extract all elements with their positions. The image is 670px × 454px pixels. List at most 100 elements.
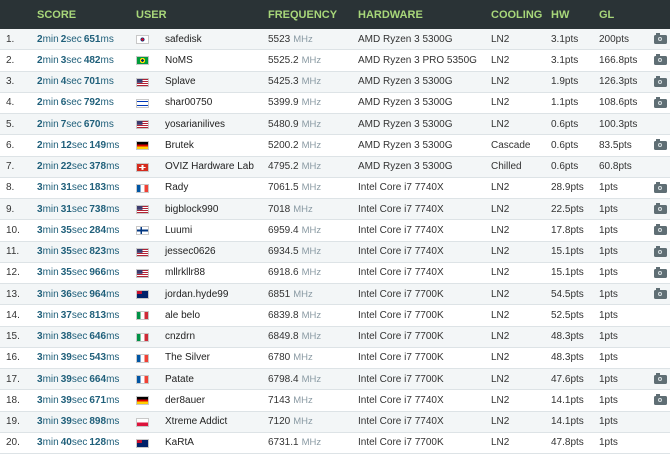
user-link[interactable]: mllrkllr88	[165, 263, 205, 283]
camera-icon[interactable]	[654, 203, 667, 214]
score-link[interactable]: 2 min 12 sec 149 ms	[37, 135, 119, 155]
hardware-link[interactable]: Intel Core i7 7700K	[358, 305, 444, 325]
user-link[interactable]: The Silver	[165, 348, 210, 368]
score-link[interactable]: 3 min 39 sec 543 ms	[37, 348, 119, 368]
hardware-link[interactable]: Intel Core i7 7700K	[358, 348, 444, 368]
score-link[interactable]: 3 min 31 sec 183 ms	[37, 178, 119, 198]
frequency-value: 6798.4	[268, 373, 299, 385]
user-link[interactable]: shar00750	[165, 93, 212, 113]
camera-icon[interactable]	[654, 266, 667, 278]
user-link[interactable]: yosarianilives	[165, 114, 225, 134]
score-link[interactable]: 2 min 6 sec 792 ms	[37, 93, 114, 113]
score-link[interactable]: 3 min 40 sec 128 ms	[37, 433, 119, 453]
country-flag-icon	[136, 396, 149, 406]
user-link[interactable]: KaRtA	[165, 433, 194, 453]
camera-icon[interactable]	[654, 181, 667, 193]
score-link[interactable]: 3 min 35 sec 284 ms	[37, 220, 119, 240]
header-gl[interactable]: GL	[599, 9, 614, 21]
score-link[interactable]: 2 min 3 sec 482 ms	[37, 50, 114, 70]
header-frequency[interactable]: FREQUENCY	[268, 9, 337, 21]
camera-icon[interactable]	[654, 288, 667, 299]
unit-mhz: MHz	[301, 161, 322, 173]
global-points: 166.8pts	[599, 54, 638, 66]
camera-icon[interactable]	[654, 139, 667, 151]
user-link[interactable]: der8auer	[165, 390, 205, 410]
header-score[interactable]: SCORE	[37, 9, 76, 21]
camera-icon[interactable]	[654, 394, 667, 406]
hardware-link[interactable]: AMD Ryzen 3 5300G	[358, 93, 453, 113]
hardware-link[interactable]: AMD Ryzen 3 5300G	[358, 157, 453, 177]
cooling: LN2	[491, 76, 510, 88]
camera-icon[interactable]	[654, 96, 667, 108]
hardware-link[interactable]: Intel Core i7 7700K	[358, 284, 444, 304]
header-hw[interactable]: HW	[551, 9, 569, 21]
hw-points: 52.5pts	[551, 309, 584, 321]
hardware-link[interactable]: AMD Ryzen 3 5300G	[358, 72, 453, 92]
hardware-link[interactable]: Intel Core i7 7740X	[358, 199, 444, 219]
frequency-value: 5480.9	[268, 118, 299, 130]
frequency: 5399.9 MHz	[268, 93, 321, 113]
cooling: LN2	[491, 437, 510, 449]
hardware-link[interactable]: AMD Ryzen 3 5300G	[358, 29, 453, 49]
user-link[interactable]: Xtreme Addict	[165, 412, 227, 432]
unit-ms: ms	[106, 394, 120, 406]
user-link[interactable]: Luumi	[165, 220, 192, 240]
unit-mhz: MHz	[293, 416, 313, 428]
user-link[interactable]: bigblock990	[165, 199, 218, 219]
cooling: LN2	[491, 246, 510, 258]
camera-icon[interactable]	[654, 224, 667, 236]
score-link[interactable]: 2 min 4 sec 701 ms	[37, 72, 114, 92]
user-link[interactable]: cnzdrn	[165, 327, 195, 347]
hardware-link[interactable]: AMD Ryzen 3 PRO 5350G	[358, 50, 477, 70]
frequency: 6780 MHz	[268, 348, 313, 368]
user-link[interactable]: jessec0626	[165, 242, 216, 262]
user-link[interactable]: OVIZ Hardware Lab	[165, 157, 254, 177]
hardware-link[interactable]: Intel Core i7 7740X	[358, 412, 444, 432]
score-link[interactable]: 3 min 36 sec 964 ms	[37, 284, 119, 304]
unit-sec: sec	[71, 224, 88, 236]
score-link[interactable]: 3 min 38 sec 646 ms	[37, 327, 119, 347]
camera-icon[interactable]	[654, 245, 667, 257]
user-link[interactable]: NoMS	[165, 50, 193, 70]
country-flag-icon	[136, 332, 149, 342]
hardware-link[interactable]: AMD Ryzen 3 5300G	[358, 135, 453, 155]
score-link[interactable]: 3 min 31 sec 738 ms	[37, 199, 119, 219]
score-link[interactable]: 2 min 7 sec 670 ms	[37, 114, 114, 134]
unit-mhz: MHz	[301, 182, 322, 194]
score-link[interactable]: 3 min 35 sec 966 ms	[37, 263, 119, 283]
score-link[interactable]: 3 min 39 sec 664 ms	[37, 369, 119, 389]
score-link[interactable]: 3 min 39 sec 671 ms	[37, 390, 119, 410]
user-link[interactable]: Splave	[165, 72, 196, 92]
hardware-link[interactable]: Intel Core i7 7740X	[358, 390, 444, 410]
camera-icon[interactable]	[654, 373, 667, 384]
score-seconds: 35	[60, 246, 72, 258]
camera-icon[interactable]	[654, 54, 667, 66]
user-link[interactable]: ale belo	[165, 305, 200, 325]
hardware-link[interactable]: Intel Core i7 7740X	[358, 178, 444, 198]
user-link[interactable]: Rady	[165, 178, 188, 198]
score-link[interactable]: 3 min 37 sec 813 ms	[37, 305, 119, 325]
user-link[interactable]: Patate	[165, 369, 194, 389]
header-user[interactable]: USER	[136, 9, 167, 21]
score-link[interactable]: 2 min 2 sec 651 ms	[37, 29, 114, 49]
hardware-link[interactable]: Intel Core i7 7700K	[358, 433, 444, 453]
hardware-link[interactable]: Intel Core i7 7740X	[358, 220, 444, 240]
header-hardware[interactable]: HARDWARE	[358, 9, 423, 21]
user-link[interactable]: jordan.hyde99	[165, 284, 228, 304]
score-link[interactable]: 3 min 35 sec 823 ms	[37, 242, 119, 262]
score-link[interactable]: 2 min 22 sec 378 ms	[37, 157, 119, 177]
frequency: 5480.9 MHz	[268, 114, 321, 134]
camera-icon[interactable]	[654, 75, 667, 87]
header-cooling[interactable]: COOLING	[491, 9, 542, 21]
camera-icon[interactable]	[654, 33, 667, 44]
unit-mhz: MHz	[301, 246, 322, 258]
hardware-link[interactable]: Intel Core i7 7740X	[358, 242, 444, 262]
hardware-link[interactable]: Intel Core i7 7700K	[358, 327, 444, 347]
hardware-link[interactable]: Intel Core i7 7700K	[358, 369, 444, 389]
score-milliseconds: 128	[89, 437, 107, 449]
score-link[interactable]: 3 min 39 sec 898 ms	[37, 412, 119, 432]
user-link[interactable]: Brutek	[165, 135, 194, 155]
hardware-link[interactable]: AMD Ryzen 3 5300G	[358, 114, 453, 134]
user-link[interactable]: safedisk	[165, 29, 202, 49]
hardware-link[interactable]: Intel Core i7 7740X	[358, 263, 444, 283]
